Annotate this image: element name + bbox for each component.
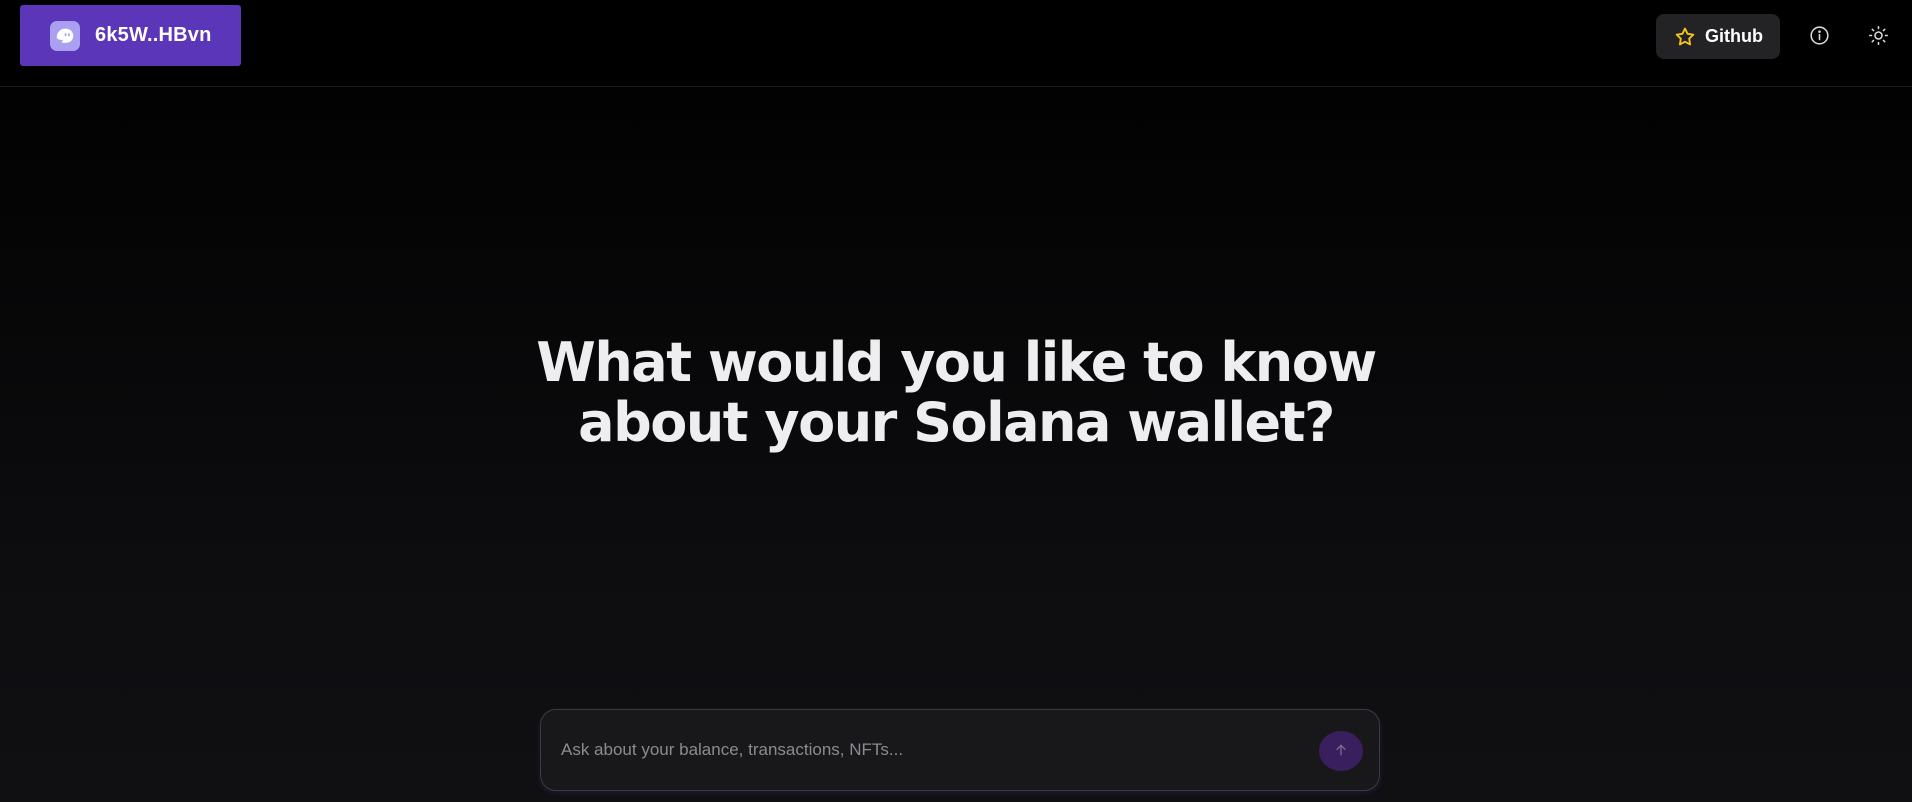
theme-toggle-button[interactable] xyxy=(1860,20,1896,56)
phantom-ghost-icon xyxy=(50,21,80,51)
arrow-up-icon xyxy=(1333,742,1349,761)
wallet-button[interactable]: 6k5W..HBvn xyxy=(20,5,241,66)
github-button[interactable]: Github xyxy=(1656,14,1780,59)
top-header: 6k5W..HBvn Github xyxy=(0,0,1912,87)
sun-icon xyxy=(1868,25,1889,51)
star-icon xyxy=(1674,26,1696,48)
hero-title: What would you like to know about your S… xyxy=(536,331,1377,454)
info-button[interactable] xyxy=(1801,20,1837,56)
send-button[interactable] xyxy=(1319,731,1363,771)
github-label: Github xyxy=(1705,26,1763,46)
chat-form xyxy=(540,709,1380,791)
wallet-address: 6k5W..HBvn xyxy=(95,24,212,46)
chat-input[interactable] xyxy=(561,710,1301,790)
info-icon xyxy=(1809,25,1830,51)
